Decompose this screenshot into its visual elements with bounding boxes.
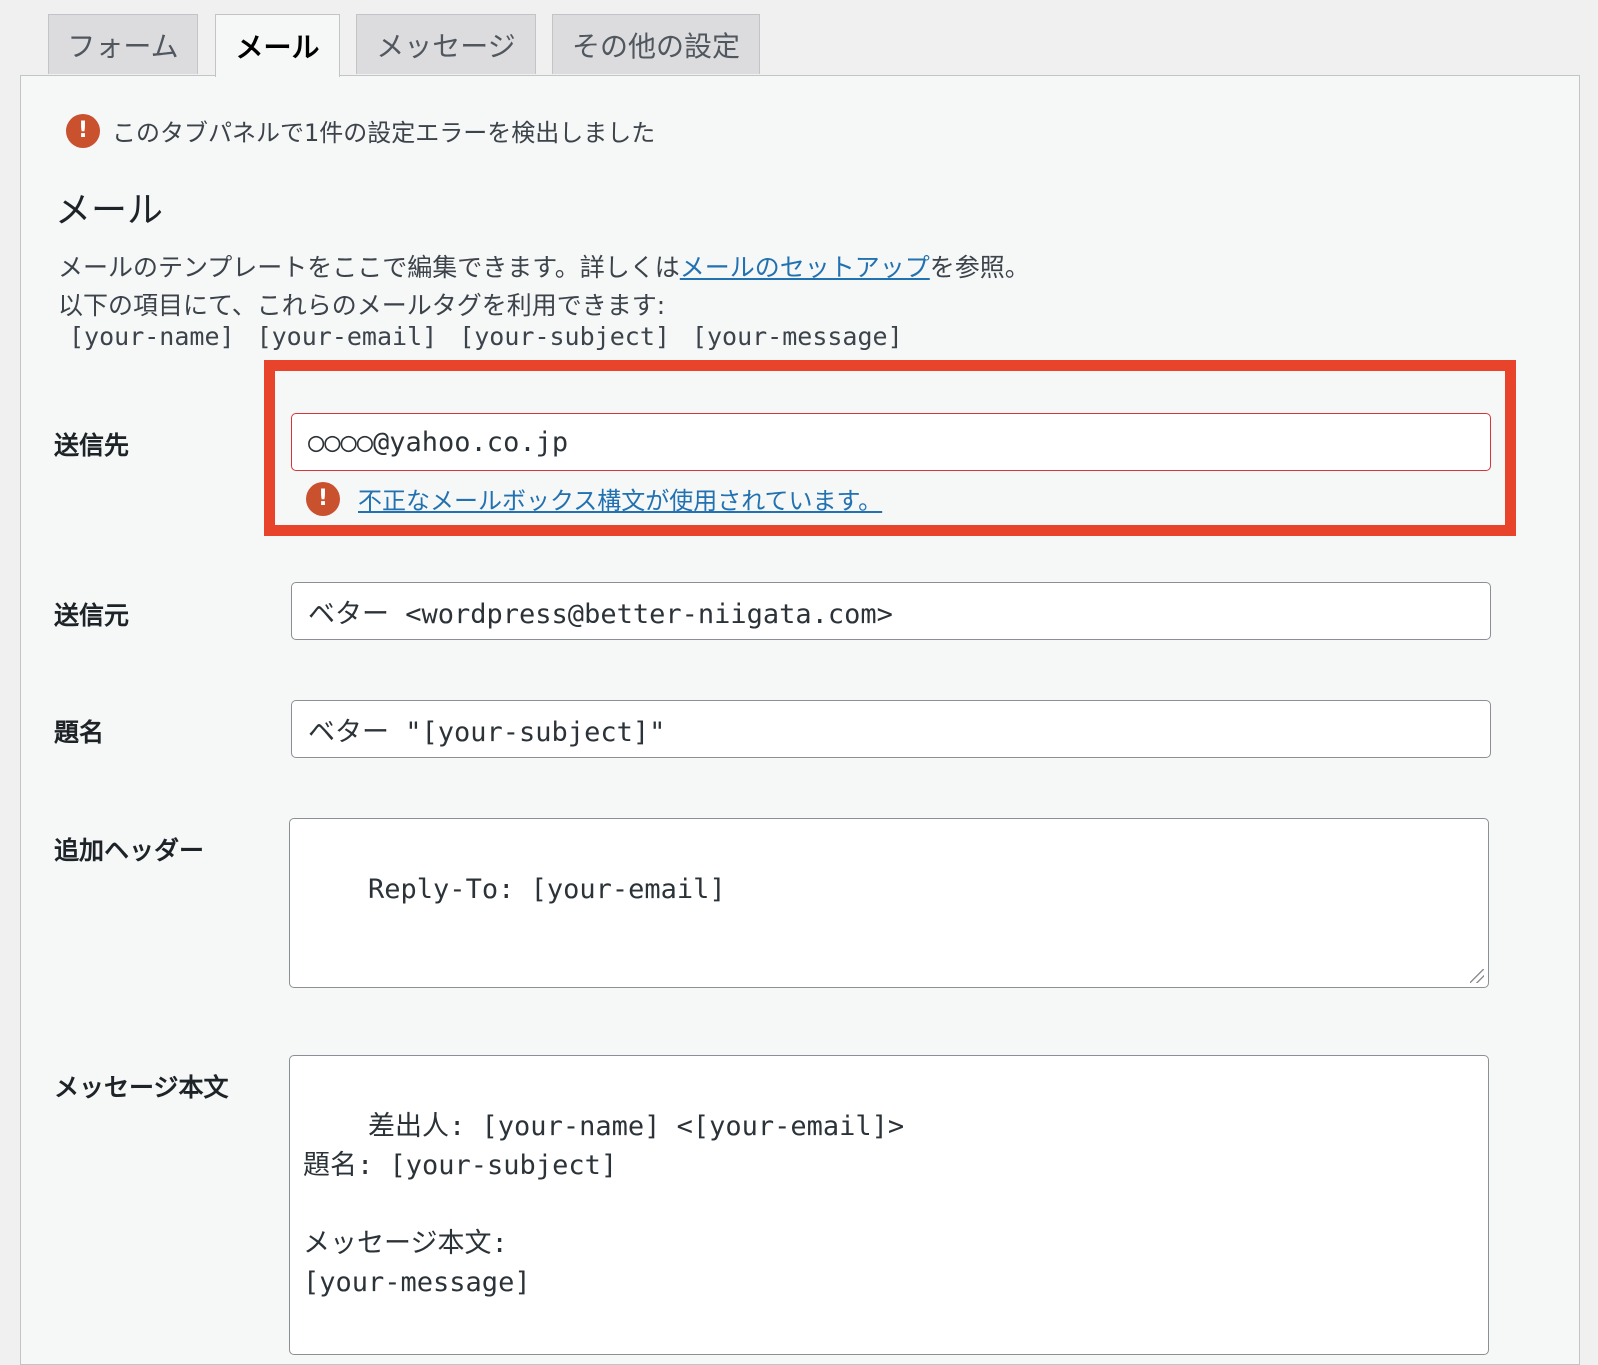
mail-tag-list: [your-name] [your-email] [your-subject] [yo… xyxy=(69,322,925,351)
notice-text: このタブパネルで1件の設定エラーを検出しました xyxy=(112,119,656,147)
desc-prefix: メールのテンプレートをここで編集できます。詳しくは xyxy=(58,253,680,282)
section-description: メールのテンプレートをここで編集できます。詳しくはメールのセットアップを参照。 xyxy=(58,248,1030,284)
tab-mail[interactable]: メール xyxy=(215,14,340,77)
resize-handle[interactable] xyxy=(1470,969,1484,983)
headers-text: Reply-To: [your-email] xyxy=(368,874,726,905)
mail-tag: [your-email] xyxy=(256,322,438,351)
message-body-textarea[interactable]: 差出人: [your-name] <[your-email]> 題名: [you… xyxy=(289,1055,1489,1355)
additional-headers-label: 追加ヘッダー xyxy=(54,836,205,865)
tab-bar: フォーム メール メッセージ その他の設定 xyxy=(0,0,1598,77)
error-icon: ! xyxy=(66,113,100,148)
tab-other-settings[interactable]: その他の設定 xyxy=(552,14,760,74)
from-label: 送信元 xyxy=(54,601,130,630)
mail-tag: [your-subject] xyxy=(459,322,670,351)
section-title: メール xyxy=(55,190,164,231)
message-body-label: メッセージ本文 xyxy=(54,1073,229,1102)
subject-input[interactable]: ベター "[your-subject]" xyxy=(291,700,1491,758)
highlight-box xyxy=(264,360,1516,536)
to-label: 送信先 xyxy=(54,431,130,460)
desc-suffix: を参照。 xyxy=(929,253,1030,282)
mail-panel: ! このタブパネルで1件の設定エラーを検出しました メール メールのテンプレート… xyxy=(20,75,1580,1365)
message-body-text: 差出人: [your-name] <[your-email]> 題名: [you… xyxy=(303,1111,905,1298)
tab-messages[interactable]: メッセージ xyxy=(356,14,536,74)
additional-headers-textarea[interactable]: Reply-To: [your-email] xyxy=(289,818,1489,988)
panel-error-notice: ! このタブパネルで1件の設定エラーを検出しました xyxy=(66,113,655,148)
subject-label: 題名 xyxy=(54,718,105,747)
mail-tag: [your-name] xyxy=(69,322,235,351)
mail-tags-intro: 以下の項目にて、これらのメールタグを利用できます: xyxy=(58,291,666,320)
mail-tag: [your-message] xyxy=(691,322,903,351)
from-input[interactable]: ベター <wordpress@better-niigata.com> xyxy=(291,582,1491,640)
mail-setup-link[interactable]: メールのセットアップ xyxy=(680,253,930,282)
tab-form[interactable]: フォーム xyxy=(48,14,198,74)
